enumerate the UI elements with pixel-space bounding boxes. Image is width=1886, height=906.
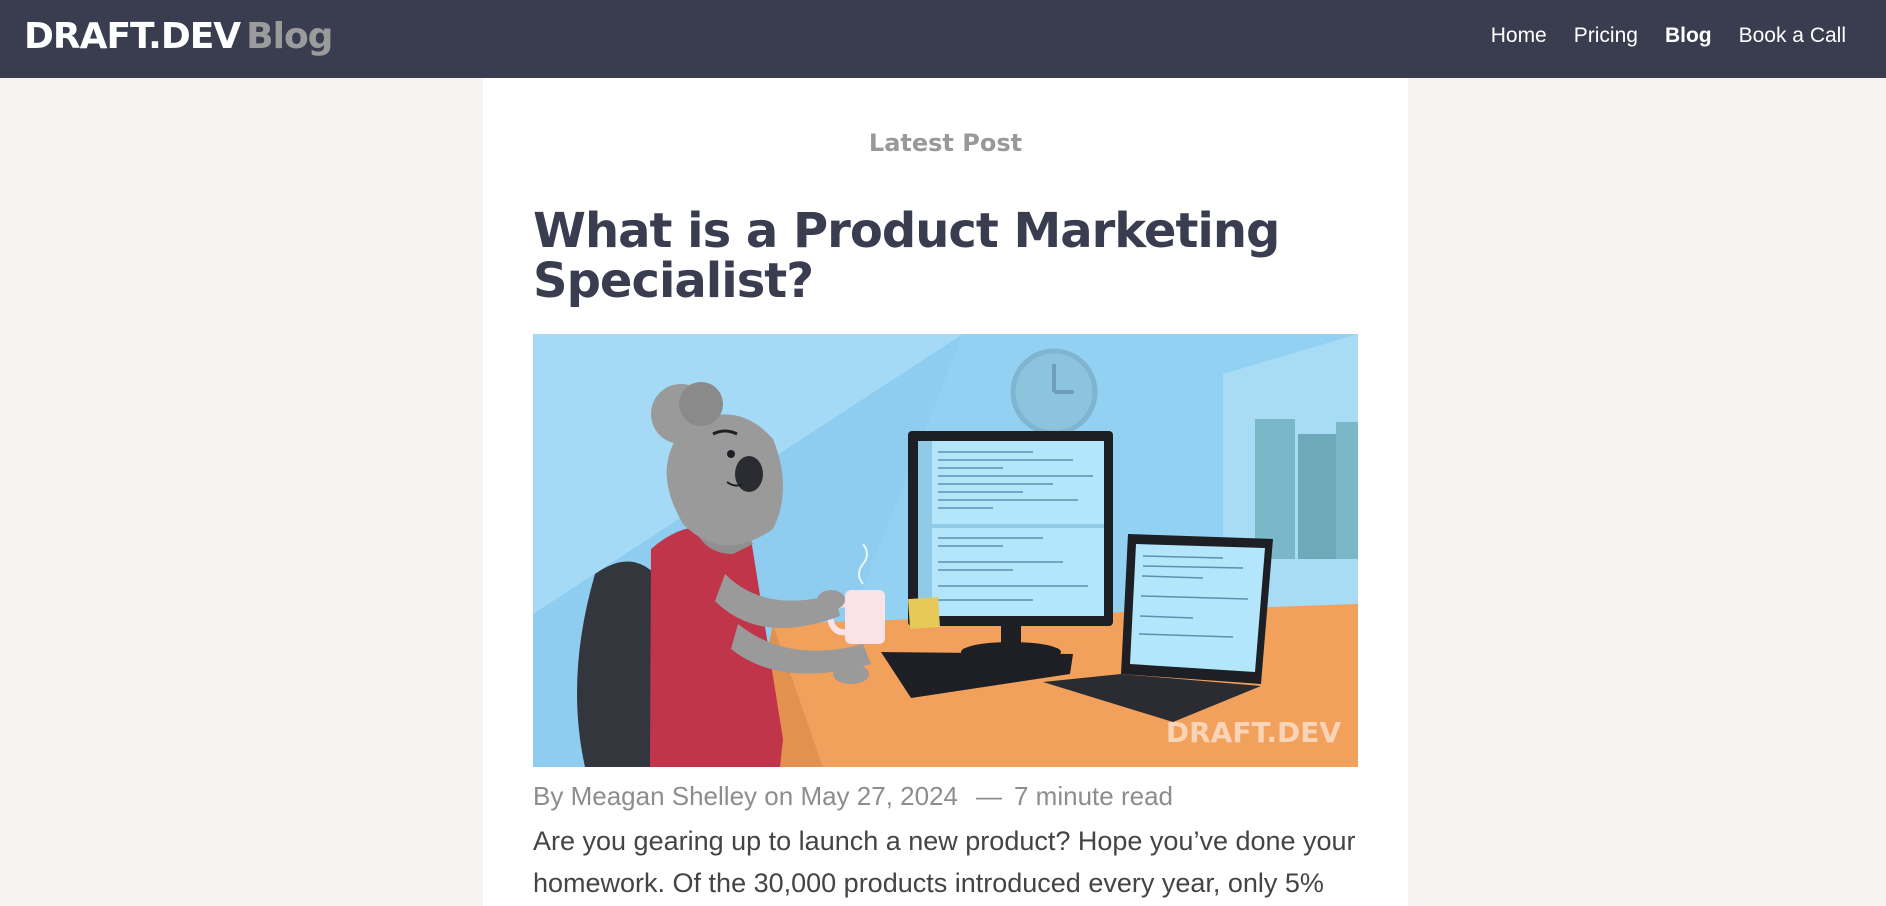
image-watermark: DRAFT.DEV [1166, 716, 1341, 749]
nav-pricing[interactable]: Pricing [1574, 20, 1638, 52]
brand-suffix: Blog [246, 16, 333, 57]
post-excerpt: Are you gearing up to launch a new produ… [533, 826, 1356, 898]
brand-name: DRAFT.DEV [24, 16, 241, 57]
post-card: Latest Post What is a Product Marketing … [483, 78, 1408, 906]
post-title[interactable]: What is a Product Marketing Specialist? [533, 206, 1353, 306]
post-hero-image[interactable]: DRAFT.DEV [533, 334, 1358, 767]
site-logo[interactable]: DRAFT.DEV Blog [24, 14, 333, 60]
byline-separator: — [976, 781, 1002, 811]
read-time: 7 minute read [1014, 781, 1173, 811]
nav-book-a-call[interactable]: Book a Call [1739, 20, 1846, 52]
author-name[interactable]: Meagan Shelley [571, 781, 757, 811]
post-date: May 27, 2024 [800, 781, 958, 811]
nav-home[interactable]: Home [1491, 20, 1547, 52]
byline-on: on [764, 781, 794, 811]
nav-blog[interactable]: Blog [1665, 20, 1712, 52]
section-label: Latest Post [868, 129, 1023, 157]
post-byline: By Meagan Shelley on May 27, 2024 — 7 minu… [533, 778, 1173, 814]
main-nav: Home Pricing Blog Book a Call [1491, 20, 1846, 52]
site-header: DRAFT.DEV Blog Home Pricing Blog Book a C… [0, 0, 1886, 78]
byline-prefix: By [533, 781, 564, 811]
